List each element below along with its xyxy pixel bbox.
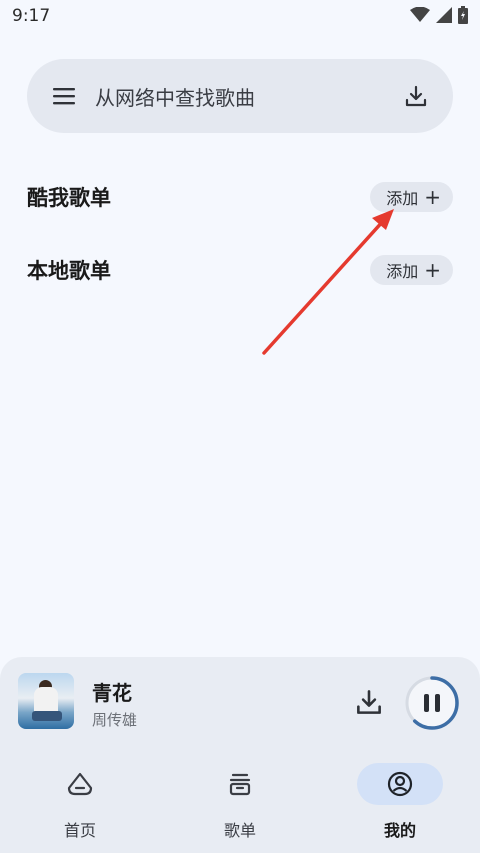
add-button-label: 添加 <box>386 189 419 208</box>
pause-button[interactable] <box>404 675 460 731</box>
mini-player[interactable]: 青花 周传雄 <box>0 657 480 757</box>
add-button-label: 添加 <box>386 262 419 281</box>
section-title: 酷我歌单 <box>27 186 111 210</box>
section-local-playlists: 本地歌单 添加 + <box>27 254 453 286</box>
song-artist: 周传雄 <box>92 711 138 729</box>
menu-icon[interactable] <box>51 83 77 109</box>
search-bar[interactable]: 从网络中查找歌曲 <box>27 59 453 133</box>
nav-item-playlists[interactable]: 歌单 <box>190 763 290 843</box>
nav-item-profile[interactable]: 我的 <box>350 763 450 843</box>
nav-icon-wrap <box>37 763 123 805</box>
pause-icon <box>424 694 429 712</box>
song-title: 青花 <box>92 681 132 705</box>
bottom-nav: 首页 歌单 我的 <box>0 757 480 853</box>
player-download-icon[interactable] <box>356 689 382 715</box>
section-kuwo-playlists: 酷我歌单 添加 + <box>27 181 453 213</box>
plus-icon: + <box>424 185 441 209</box>
search-input[interactable]: 从网络中查找歌曲 <box>95 82 403 111</box>
plus-icon: + <box>424 258 441 282</box>
nav-item-home[interactable]: 首页 <box>30 763 130 843</box>
profile-icon <box>387 771 413 797</box>
download-icon[interactable] <box>403 83 429 109</box>
battery-icon <box>458 6 468 24</box>
status-time: 9:17 <box>12 6 51 26</box>
signal-icon <box>436 7 452 23</box>
nav-label: 我的 <box>383 821 416 840</box>
nav-icon-wrap-active <box>357 763 443 805</box>
nav-label: 首页 <box>63 821 96 840</box>
nav-icon-wrap <box>197 763 283 805</box>
add-kuwo-playlist-button[interactable]: 添加 + <box>370 182 453 212</box>
wifi-icon <box>410 7 430 22</box>
album-art[interactable] <box>18 673 74 729</box>
status-icons <box>410 6 468 24</box>
section-title: 本地歌单 <box>27 259 111 283</box>
status-bar: 9:17 <box>0 0 480 34</box>
add-local-playlist-button[interactable]: 添加 + <box>370 255 453 285</box>
home-icon <box>67 772 93 796</box>
nav-label: 歌单 <box>223 821 256 840</box>
playlist-icon <box>229 773 251 796</box>
